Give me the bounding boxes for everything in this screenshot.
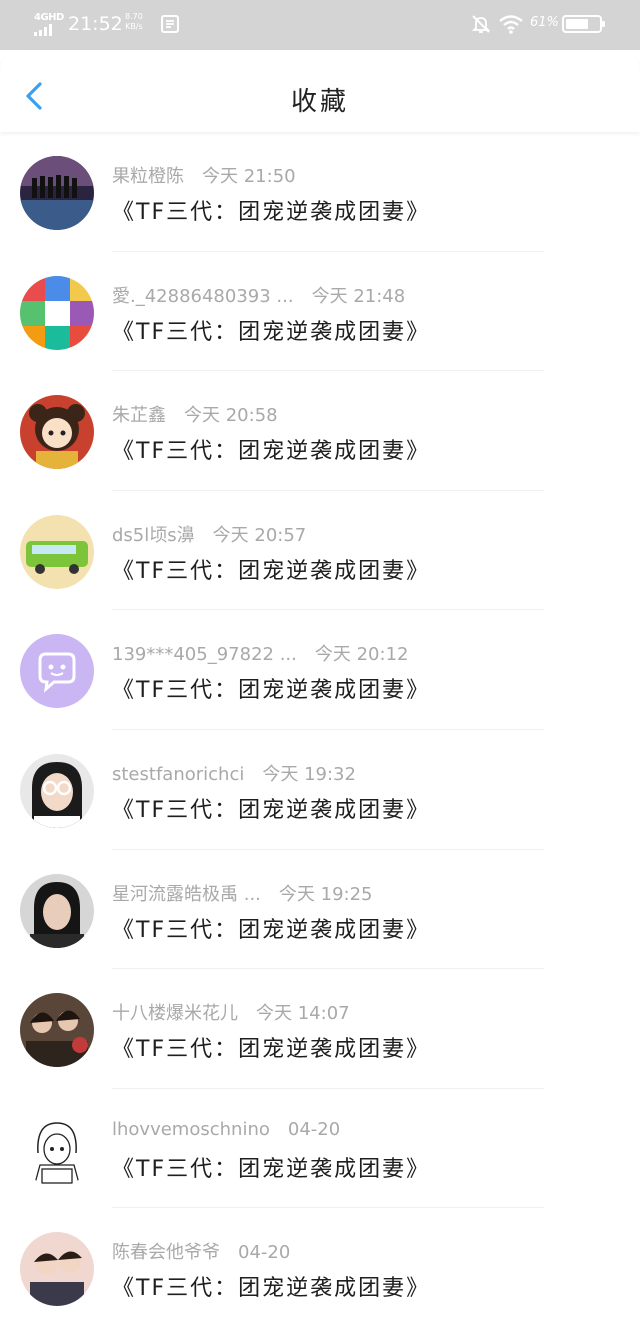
avatar[interactable] (20, 1112, 94, 1187)
speed-unit: KB/s (125, 22, 143, 31)
username[interactable]: 果粒橙陈 (112, 166, 184, 187)
timestamp: 今天 20:57 (212, 524, 307, 546)
avatar[interactable] (20, 514, 94, 589)
timestamp: 今天 20:12 (314, 644, 409, 666)
list-item[interactable]: stestfanorichci 今天 19:32 《TF三代：团宠逆袭成团妻》 (0, 730, 640, 850)
dark-hair-girl-avatar (20, 873, 94, 948)
list-item[interactable]: 陈春会他爷爷 04-20 《TF三代：团宠逆袭成团妻》 (0, 1208, 640, 1328)
item-content[interactable]: 《TF三代：团宠逆袭成团妻》 (112, 553, 430, 585)
item-content[interactable]: 《TF三代：团宠逆袭成团妻》 (112, 433, 430, 465)
mail-icon (161, 15, 179, 33)
item-content[interactable]: 《TF三代：团宠逆袭成团妻》 (112, 792, 430, 824)
list-item[interactable]: ds5l顷s濞 今天 20:57 《TF三代：团宠逆袭成团妻》 (0, 491, 640, 611)
group-photo-avatar (20, 993, 94, 1068)
timestamp: 04-20 (287, 1118, 341, 1140)
avatar[interactable] (20, 156, 94, 230)
item-meta: 十八楼爆米花儿 今天 14:07 (112, 999, 350, 1025)
item-meta: 139***405_97822 ... 今天 20:12 (112, 640, 408, 666)
item-meta: ds5l顷s濞 今天 20:57 (112, 521, 306, 547)
item-meta: 果粒橙陈 今天 21:50 (112, 162, 296, 188)
list-item[interactable]: 星河流露皓极禹 ... 今天 19:25 《TF三代：团宠逆袭成团妻》 (0, 850, 640, 970)
timestamp: 今天 14:07 (256, 1003, 350, 1025)
list-item[interactable]: lhovvemoschnino 04-20 《TF三代：团宠逆袭成团妻》 (0, 1089, 640, 1209)
timestamp: 今天 21:50 (202, 166, 296, 187)
list-item[interactable]: 果粒橙陈 今天 21:50 《TF三代：团宠逆袭成团妻》 (0, 132, 640, 252)
list-item[interactable]: 愛._42886480393 ... 今天 21:48 《TF三代：团宠逆袭成团妻… (0, 252, 640, 372)
avatar[interactable] (20, 873, 94, 948)
timestamp: 今天 19:25 (278, 883, 373, 905)
username[interactable]: 朱芷鑫 (112, 405, 166, 426)
avatar[interactable] (20, 753, 94, 828)
item-meta: 星河流露皓极禹 ... 今天 19:25 (112, 880, 373, 906)
signal-icon (34, 24, 52, 36)
green-bus-avatar (20, 514, 94, 589)
sketch-girl-avatar (20, 1112, 94, 1187)
speed-value: 8.70 (125, 12, 143, 21)
mute-icon (471, 15, 491, 33)
timestamp: 今天 20:58 (184, 405, 278, 427)
cartoon-girl-avatar (20, 395, 94, 470)
title-bar: 收藏 (0, 50, 640, 132)
username[interactable]: lhovvemoschnino (112, 1119, 270, 1140)
collage-avatar (20, 275, 94, 350)
group-silhouette-avatar (20, 156, 94, 230)
battery-percent: 61% (530, 15, 559, 30)
girl-glasses-avatar (20, 753, 94, 828)
avatar[interactable] (20, 1232, 94, 1307)
page-title: 收藏 (290, 87, 349, 117)
list-item[interactable]: 139***405_97822 ... 今天 20:12 《TF三代：团宠逆袭成团… (0, 610, 640, 730)
avatar[interactable] (20, 395, 94, 470)
username[interactable]: 139***405_97822 ... (112, 644, 297, 665)
item-content[interactable]: 《TF三代：团宠逆袭成团妻》 (112, 1151, 430, 1183)
item-content[interactable]: 《TF三代：团宠逆袭成团妻》 (112, 1031, 430, 1063)
timestamp: 04-20 (238, 1242, 291, 1264)
wifi-icon (499, 15, 523, 34)
network-type: 4GHD (34, 12, 64, 23)
status-bar: 4GHD 21:52 8.70 KB/s 61% (0, 0, 640, 50)
avatar[interactable] (20, 275, 94, 350)
network-speed: 8.70 KB/s (125, 12, 143, 32)
timestamp: 今天 21:48 (311, 285, 406, 307)
item-content[interactable]: 《TF三代：团宠逆袭成团妻》 (112, 672, 430, 704)
default-chat-avatar (20, 634, 94, 709)
avatar[interactable] (20, 634, 94, 709)
item-meta: 愛._42886480393 ... 今天 21:48 (112, 282, 405, 308)
list-item[interactable]: 十八楼爆米花儿 今天 14:07 《TF三代：团宠逆袭成团妻》 (0, 969, 640, 1089)
item-meta: 陈春会他爷爷 04-20 (112, 1238, 290, 1264)
item-meta: lhovvemoschnino 04-20 (112, 1119, 340, 1140)
item-content[interactable]: 《TF三代：团宠逆袭成团妻》 (112, 194, 430, 226)
username[interactable]: 愛._42886480393 ... (112, 286, 294, 307)
item-content[interactable]: 《TF三代：团宠逆袭成团妻》 (112, 912, 430, 944)
clock: 21:52 (68, 13, 123, 35)
battery-icon (562, 15, 605, 33)
username[interactable]: stestfanorichci (112, 764, 244, 785)
item-meta: 朱芷鑫 今天 20:58 (112, 401, 278, 427)
favorites-list: 果粒橙陈 今天 21:50 《TF三代：团宠逆袭成团妻》 愛._428864803… (0, 132, 640, 1328)
two-boys-avatar (20, 1232, 94, 1307)
username[interactable]: 十八楼爆米花儿 (112, 1003, 238, 1024)
list-item[interactable]: 朱芷鑫 今天 20:58 《TF三代：团宠逆袭成团妻》 (0, 371, 640, 491)
item-content[interactable]: 《TF三代：团宠逆袭成团妻》 (112, 314, 430, 346)
item-meta: stestfanorichci 今天 19:32 (112, 760, 356, 786)
username[interactable]: ds5l顷s濞 (112, 525, 195, 546)
avatar[interactable] (20, 993, 94, 1068)
username[interactable]: 星河流露皓极禹 ... (112, 884, 261, 905)
username[interactable]: 陈春会他爷爷 (112, 1242, 220, 1263)
timestamp: 今天 19:32 (262, 763, 356, 785)
